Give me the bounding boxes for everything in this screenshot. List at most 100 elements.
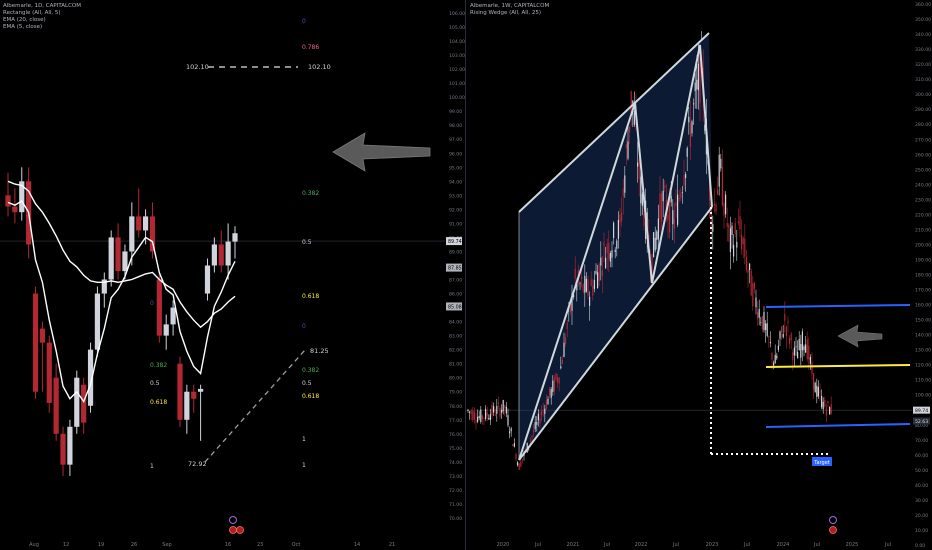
daily-candle-body xyxy=(204,265,211,294)
right-price-tick: 350.00 xyxy=(915,17,931,23)
weekly-candle-body xyxy=(521,459,523,460)
left-price-badge: 85.08 xyxy=(448,304,462,310)
fib-mid-label-2: 0.5 xyxy=(150,380,160,387)
left-price-tick: 91.00 xyxy=(449,221,462,227)
weekly-candle-body xyxy=(717,189,719,195)
left-price-tick: 71.00 xyxy=(449,502,462,508)
right-time-tick: Jul xyxy=(884,542,891,548)
weekly-candle-body xyxy=(675,202,677,207)
weekly-candle-body xyxy=(467,409,469,411)
weekly-candle-body xyxy=(803,346,805,351)
weekly-candle-body xyxy=(654,237,656,251)
weekly-candle-body xyxy=(561,359,563,364)
weekly-candle-body xyxy=(680,193,682,198)
weekly-candle-body xyxy=(829,407,831,415)
right-price-tick: 230.00 xyxy=(915,197,931,203)
left-price-tick: 76.00 xyxy=(449,432,462,438)
daily-candle-body xyxy=(218,244,224,266)
right-legend-wedge[interactable]: Rising Wedge (All, All, 25) xyxy=(470,10,549,17)
fib-right-label-7: 0.5 xyxy=(302,380,312,387)
left-legend-ema20[interactable]: EMA (20, close) xyxy=(3,17,81,24)
right-time-tick: 2022 xyxy=(635,542,648,548)
right-price-tick: 220.00 xyxy=(915,212,931,218)
weekly-candle-body xyxy=(584,275,586,293)
left-price-tick: 70.00 xyxy=(449,516,462,522)
weekly-candle-body xyxy=(693,103,695,105)
weekly-candle-body xyxy=(779,331,781,339)
right-price-tick: 10.00 xyxy=(915,528,928,534)
left-chart-panel[interactable]: 102.10 102.10 81.25 72.92 0 0.786 0.382 0.5 0.61… xyxy=(0,0,466,550)
right-legend-symbol[interactable]: Albemarle, 1W, CAPITALCOM xyxy=(470,3,549,10)
left-time-tick: Aug xyxy=(29,542,39,548)
daily-candle-body xyxy=(142,216,149,231)
weekly-candle-body xyxy=(614,249,616,253)
weekly-candle-body xyxy=(734,223,736,235)
weekly-candle-body xyxy=(813,373,815,390)
weekly-candle-body xyxy=(611,250,613,258)
weekly-candle-body xyxy=(662,190,664,202)
weekly-candle-body xyxy=(763,312,765,331)
left-time-tick: 12 xyxy=(63,542,69,548)
right-price-tick: 140.00 xyxy=(915,333,931,339)
weekly-candle-body xyxy=(781,326,783,333)
weekly-candle-body xyxy=(587,279,589,296)
weekly-candle-body xyxy=(529,440,531,442)
weekly-candle-body xyxy=(613,222,615,239)
weekly-candle-body xyxy=(718,154,720,187)
right-price-tick: 260.00 xyxy=(915,152,931,158)
left-level-102-left: 102.10 xyxy=(186,63,209,71)
right-time-tick: 2020 xyxy=(497,542,510,548)
daily-candle-body xyxy=(12,206,18,213)
daily-candle-body xyxy=(149,216,156,252)
right-price-tick: 50.00 xyxy=(915,468,928,474)
left-price-tick: 92.00 xyxy=(449,207,462,213)
weekly-candle-body xyxy=(502,399,504,412)
weekly-candle-body xyxy=(617,219,619,239)
left-price-tick: 94.00 xyxy=(449,179,462,185)
right-time-tick: Jul xyxy=(603,542,610,548)
weekly-candle-body xyxy=(725,194,727,215)
weekly-candle-body xyxy=(513,443,515,447)
left-level-81: 81.25 xyxy=(310,347,329,355)
left-time-tick: 26 xyxy=(131,542,137,548)
left-legend-ema5[interactable]: EMA (5, close) xyxy=(3,24,81,31)
weekly-candle-body xyxy=(720,158,722,169)
weekly-candle-body xyxy=(817,386,819,397)
fib-right-label-1: 0.786 xyxy=(302,44,319,51)
left-price-badge: 87.85 xyxy=(448,266,462,272)
weekly-candle-body xyxy=(608,242,610,260)
weekly-candle-body xyxy=(683,175,685,186)
weekly-candle-body xyxy=(758,309,760,318)
weekly-candle-body xyxy=(552,380,554,393)
weekly-candle-body xyxy=(657,218,659,240)
weekly-candle-body xyxy=(489,414,491,421)
weekly-candle-body xyxy=(768,336,770,338)
weekly-candle-body xyxy=(563,342,565,357)
weekly-candle-body xyxy=(752,282,754,307)
weekly-candle-body xyxy=(821,395,823,408)
weekly-candle-body xyxy=(664,185,666,189)
right-time-tick: 2023 xyxy=(706,542,719,548)
weekly-candle-body xyxy=(739,215,741,230)
left-price-tick: 78.00 xyxy=(449,404,462,410)
weekly-candle-body xyxy=(501,409,503,413)
weekly-candle-body xyxy=(801,331,803,351)
right-price-tick: 250.00 xyxy=(915,167,931,173)
left-legend-rectangle[interactable]: Rectangle (All, All, 5) xyxy=(3,10,81,17)
weekly-candle-body xyxy=(605,257,607,269)
right-price-tick: 340.00 xyxy=(915,32,931,38)
weekly-candle-body xyxy=(509,431,511,434)
left-legend-symbol[interactable]: Albemarle, 1D, CAPITALCOM xyxy=(3,3,81,10)
fib-right-label-2: 0.382 xyxy=(302,190,319,197)
right-price-tick: 120.00 xyxy=(915,363,931,369)
right-price-tick: 20.00 xyxy=(915,513,928,519)
right-chart-panel[interactable]: Target 0.00 10.00 20.00 30.00 40.00 50.00 60.00… xyxy=(466,0,932,550)
weekly-candle-body xyxy=(531,435,533,438)
right-time-tick: 2021 xyxy=(567,542,580,548)
weekly-candle-body xyxy=(721,167,723,206)
right-arrow-annotation xyxy=(837,324,883,348)
weekly-candle-body xyxy=(819,391,821,393)
weekly-candle-body xyxy=(747,269,749,273)
weekly-candle-body xyxy=(601,270,603,277)
weekly-candle-body xyxy=(496,405,498,414)
